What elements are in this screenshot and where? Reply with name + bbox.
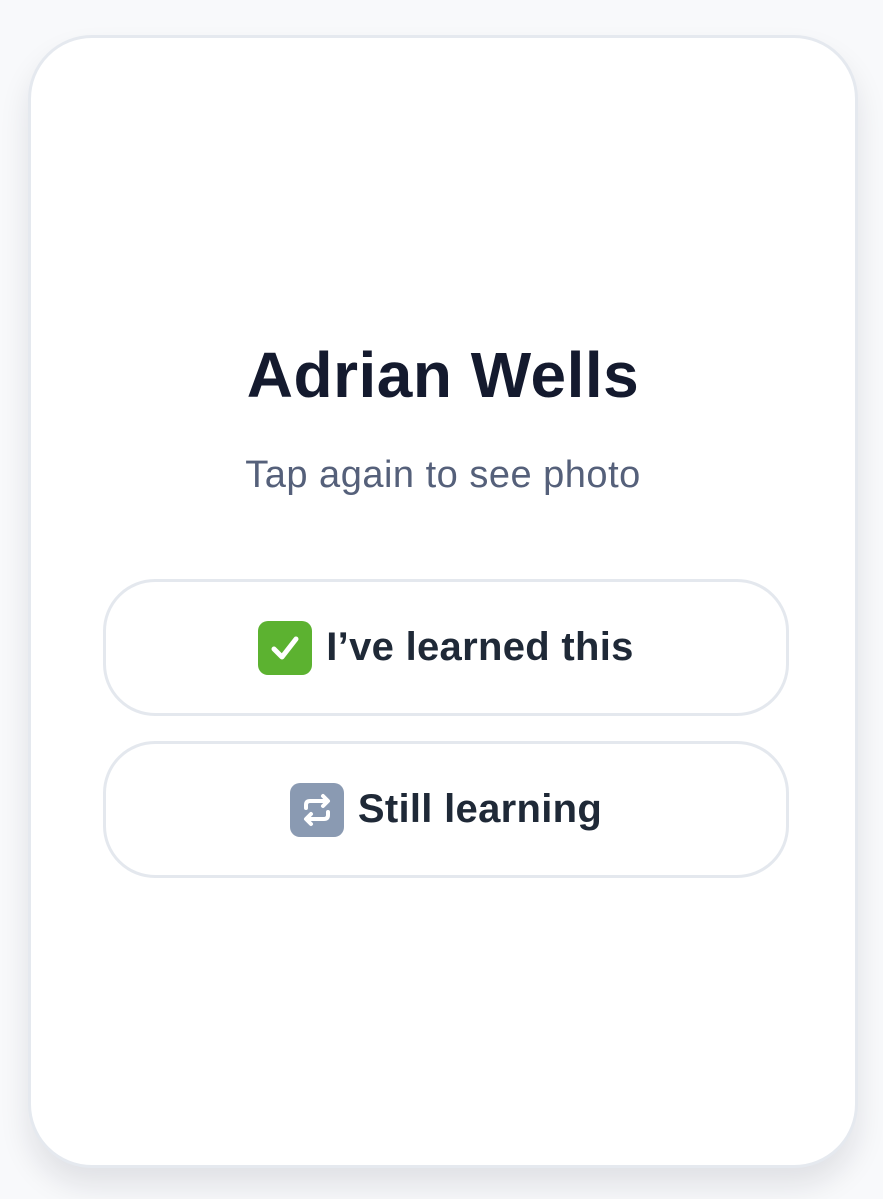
repeat-icon <box>289 782 344 837</box>
learned-button-label: I’ve learned this <box>326 625 634 669</box>
learned-button[interactable]: I’ve learned this <box>103 579 789 716</box>
check-mark-icon <box>258 620 313 675</box>
flashcard[interactable]: Adrian Wells Tap again to see photo I’ve… <box>28 35 858 1168</box>
still-learning-button-label: Still learning <box>357 787 603 831</box>
still-learning-button[interactable]: Still learning <box>103 741 789 878</box>
flip-hint: Tap again to see photo <box>245 454 641 496</box>
person-name: Adrian Wells <box>246 339 640 411</box>
